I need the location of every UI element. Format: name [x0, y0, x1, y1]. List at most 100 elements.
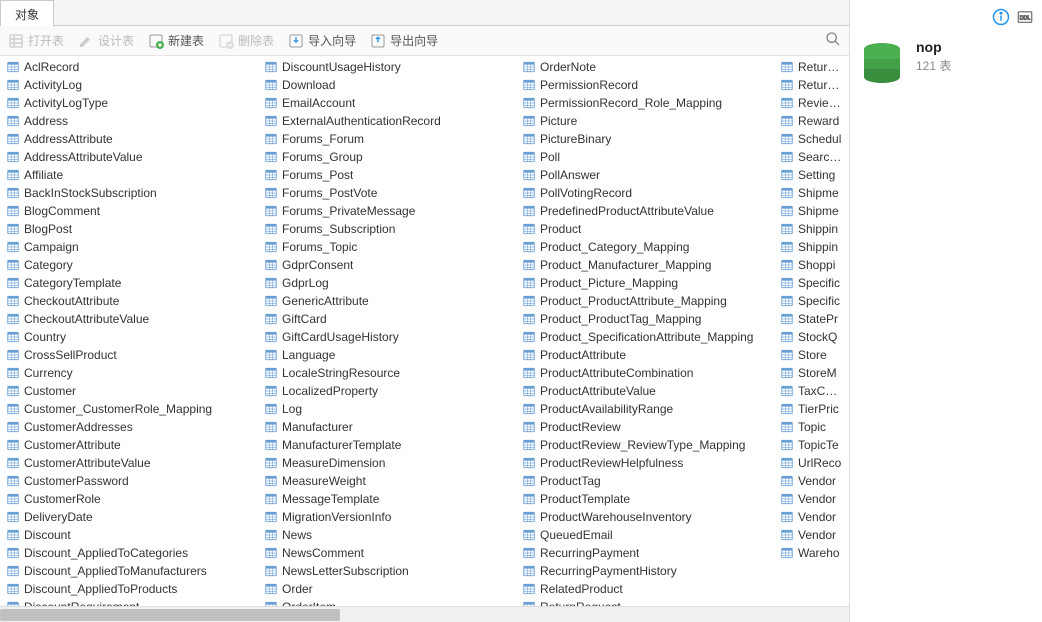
table-row[interactable]: Specific — [776, 292, 846, 310]
table-row[interactable]: Topic — [776, 418, 846, 436]
table-row[interactable]: BlogComment — [2, 202, 260, 220]
table-row[interactable]: DiscountUsageHistory — [260, 58, 518, 76]
table-row[interactable]: LocalizedProperty — [260, 382, 518, 400]
table-row[interactable]: BackInStockSubscription — [2, 184, 260, 202]
table-row[interactable]: CustomerAttribute — [2, 436, 260, 454]
table-row[interactable]: GdprConsent — [260, 256, 518, 274]
table-row[interactable]: PermissionRecord — [518, 76, 776, 94]
table-row[interactable]: Order — [260, 580, 518, 598]
table-row[interactable]: GdprLog — [260, 274, 518, 292]
table-row[interactable]: Forums_PostVote — [260, 184, 518, 202]
table-row[interactable]: Discount_AppliedToCategories — [2, 544, 260, 562]
ddl-icon[interactable]: DDL — [1016, 8, 1034, 29]
table-row[interactable]: TaxCate — [776, 382, 846, 400]
table-row[interactable]: ActivityLog — [2, 76, 260, 94]
table-row[interactable]: Shipme — [776, 202, 846, 220]
table-row[interactable]: Currency — [2, 364, 260, 382]
table-row[interactable]: NewsComment — [260, 544, 518, 562]
scrollbar-thumb[interactable] — [0, 609, 340, 621]
table-row[interactable]: NewsLetterSubscription — [260, 562, 518, 580]
table-row[interactable]: Discount — [2, 526, 260, 544]
table-row[interactable]: GiftCard — [260, 310, 518, 328]
table-row[interactable]: CustomerAddresses — [2, 418, 260, 436]
table-row[interactable]: Category — [2, 256, 260, 274]
table-row[interactable]: ExternalAuthenticationRecord — [260, 112, 518, 130]
table-row[interactable]: MeasureWeight — [260, 472, 518, 490]
table-row[interactable]: Discount_AppliedToProducts — [2, 580, 260, 598]
table-row[interactable]: Discount_AppliedToManufacturers — [2, 562, 260, 580]
table-row[interactable]: Affiliate — [2, 166, 260, 184]
table-row[interactable]: Address — [2, 112, 260, 130]
table-row[interactable]: Campaign — [2, 238, 260, 256]
table-row[interactable]: StockQ — [776, 328, 846, 346]
table-row[interactable]: Vendor — [776, 508, 846, 526]
table-row[interactable]: Reward — [776, 112, 846, 130]
table-row[interactable]: TierPric — [776, 400, 846, 418]
table-row[interactable]: StatePr — [776, 310, 846, 328]
delete-table-button[interactable]: 删除表 — [218, 32, 274, 49]
table-row[interactable]: MessageTemplate — [260, 490, 518, 508]
table-row[interactable]: RelatedProduct — [518, 580, 776, 598]
table-row[interactable]: ProductAttribute — [518, 346, 776, 364]
table-row[interactable]: CategoryTemplate — [2, 274, 260, 292]
table-row[interactable]: Log — [260, 400, 518, 418]
table-row[interactable]: ProductAvailabilityRange — [518, 400, 776, 418]
table-row[interactable]: CustomerPassword — [2, 472, 260, 490]
table-row[interactable]: Forums_Topic — [260, 238, 518, 256]
table-row[interactable]: Store — [776, 346, 846, 364]
table-row[interactable]: QueuedEmail — [518, 526, 776, 544]
table-row[interactable]: RecurringPaymentHistory — [518, 562, 776, 580]
table-row[interactable]: Specific — [776, 274, 846, 292]
table-row[interactable]: AclRecord — [2, 58, 260, 76]
table-row[interactable]: ReturnR — [776, 76, 846, 94]
table-row[interactable]: SearchT — [776, 148, 846, 166]
table-row[interactable]: Language — [260, 346, 518, 364]
table-row[interactable]: MigrationVersionInfo — [260, 508, 518, 526]
table-row[interactable]: UrlReco — [776, 454, 846, 472]
table-row[interactable]: GiftCardUsageHistory — [260, 328, 518, 346]
table-row[interactable]: Download — [260, 76, 518, 94]
table-row[interactable]: PermissionRecord_Role_Mapping — [518, 94, 776, 112]
table-row[interactable]: StoreM — [776, 364, 846, 382]
table-row[interactable]: AddressAttributeValue — [2, 148, 260, 166]
table-row[interactable]: MeasureDimension — [260, 454, 518, 472]
table-row[interactable]: AddressAttribute — [2, 130, 260, 148]
table-row[interactable]: Product_Picture_Mapping — [518, 274, 776, 292]
table-row[interactable]: GenericAttribute — [260, 292, 518, 310]
table-row[interactable]: DeliveryDate — [2, 508, 260, 526]
import-wizard-button[interactable]: 导入向导 — [288, 32, 356, 49]
table-row[interactable]: ProductTag — [518, 472, 776, 490]
table-row[interactable]: Forums_Forum — [260, 130, 518, 148]
table-row[interactable]: PollVotingRecord — [518, 184, 776, 202]
new-table-button[interactable]: 新建表 — [148, 32, 204, 49]
table-row[interactable]: EmailAccount — [260, 94, 518, 112]
table-row[interactable]: Customer_CustomerRole_Mapping — [2, 400, 260, 418]
table-row[interactable]: Wareho — [776, 544, 846, 562]
table-row[interactable]: ReturnR — [776, 58, 846, 76]
table-row[interactable]: Country — [2, 328, 260, 346]
table-row[interactable]: ActivityLogType — [2, 94, 260, 112]
search-icon[interactable] — [825, 31, 841, 50]
table-row[interactable]: ProductReviewHelpfulness — [518, 454, 776, 472]
table-row[interactable]: TopicTe — [776, 436, 846, 454]
table-row[interactable]: ProductAttributeValue — [518, 382, 776, 400]
table-row[interactable]: Customer — [2, 382, 260, 400]
table-row[interactable]: LocaleStringResource — [260, 364, 518, 382]
table-row[interactable]: ReturnRequest — [518, 598, 776, 606]
table-row[interactable]: Forums_Group — [260, 148, 518, 166]
table-row[interactable]: Forums_PrivateMessage — [260, 202, 518, 220]
table-row[interactable]: CrossSellProduct — [2, 346, 260, 364]
table-row[interactable]: CheckoutAttribute — [2, 292, 260, 310]
table-row[interactable]: ManufacturerTemplate — [260, 436, 518, 454]
table-row[interactable]: Product_ProductTag_Mapping — [518, 310, 776, 328]
table-row[interactable]: ProductAttributeCombination — [518, 364, 776, 382]
table-row[interactable]: Product_Category_Mapping — [518, 238, 776, 256]
info-icon[interactable] — [992, 8, 1010, 29]
table-row[interactable]: PredefinedProductAttributeValue — [518, 202, 776, 220]
table-row[interactable]: Manufacturer — [260, 418, 518, 436]
table-row[interactable]: Product_Manufacturer_Mapping — [518, 256, 776, 274]
table-row[interactable]: ProductWarehouseInventory — [518, 508, 776, 526]
table-row[interactable]: ProductTemplate — [518, 490, 776, 508]
tab-objects[interactable]: 对象 — [0, 0, 54, 26]
table-row[interactable]: Schedul — [776, 130, 846, 148]
